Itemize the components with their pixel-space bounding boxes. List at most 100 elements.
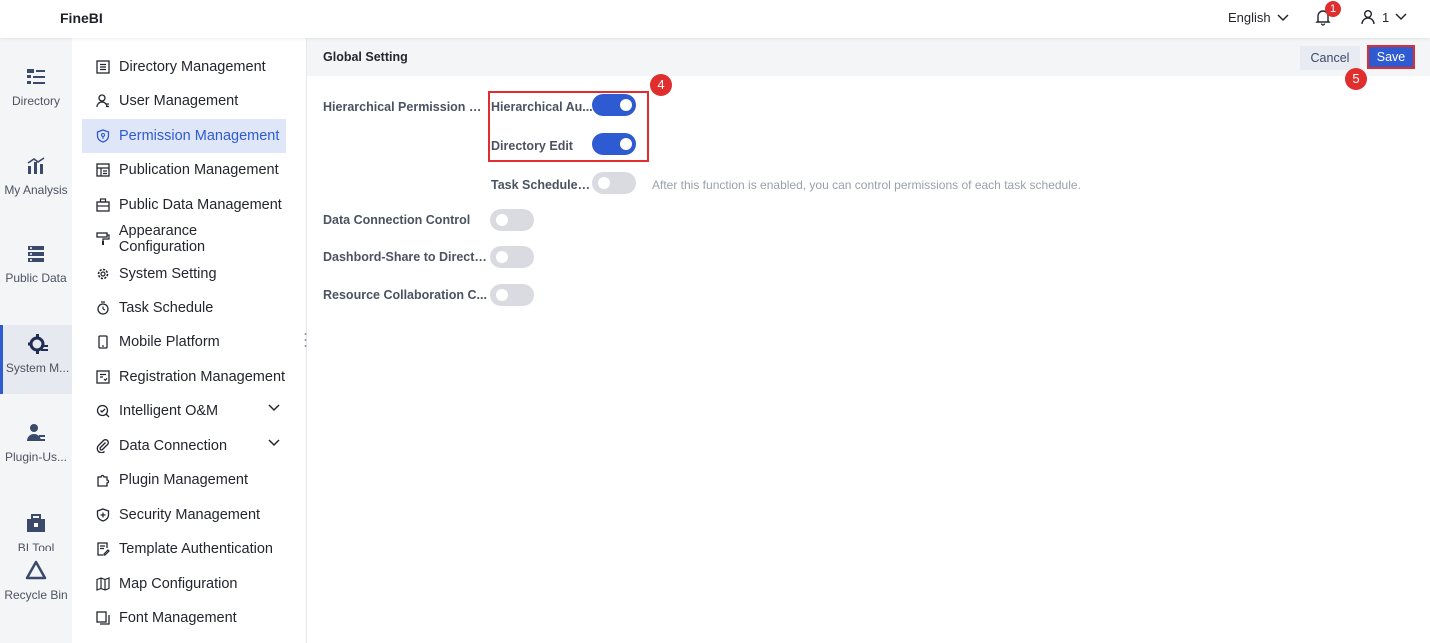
setting-label-resource-collaboration: Resource Collaboration C... — [323, 288, 487, 302]
rail-item-directory[interactable]: Directory — [0, 66, 72, 108]
puzzle-icon — [95, 472, 111, 488]
menu-item-registration-management[interactable]: Registration Management — [82, 360, 286, 394]
user-menu[interactable]: 1 — [1360, 9, 1407, 25]
menu-item-data-connection[interactable]: Data Connection — [82, 429, 286, 463]
menu-item-map-configuration[interactable]: Map Configuration — [82, 567, 286, 601]
toolbox-icon — [27, 514, 45, 532]
toggle-resource-collaboration[interactable] — [490, 284, 534, 306]
rail-item-bi-tool[interactable]: BI Tool — [0, 513, 72, 551]
menu-item-permission-management[interactable]: Permission Management — [82, 119, 286, 153]
toggle-task-schedule[interactable] — [592, 172, 636, 194]
mobile-icon — [95, 334, 111, 350]
template-auth-icon — [95, 541, 111, 557]
font-icon — [95, 610, 111, 626]
gear-icon — [95, 266, 111, 282]
user-name: 1 — [1382, 9, 1390, 25]
menu-label: Directory Management — [119, 59, 266, 75]
global-setting-panel: Global Setting Cancel Save Hierarchical … — [307, 38, 1430, 643]
recycle-bin-icon — [25, 560, 47, 580]
menu-item-publication-management[interactable]: Publication Management — [82, 153, 286, 187]
save-button[interactable]: Save — [1367, 45, 1415, 69]
menu-item-security-management[interactable]: Security Management — [82, 498, 286, 532]
menu-item-appearance-configuration[interactable]: Appearance Configuration — [82, 222, 286, 256]
rail-label: Directory — [11, 94, 60, 108]
paint-roller-icon — [95, 231, 111, 247]
menu-label: Font Management — [119, 610, 237, 626]
rail-label: Recycle Bin — [4, 588, 68, 602]
toggle-knob — [496, 251, 508, 263]
rail-item-plugin-user[interactable]: Plugin-Us... — [0, 422, 72, 464]
system-management-icon — [27, 334, 48, 354]
menu-item-user-management[interactable]: User Management — [82, 84, 286, 118]
panel-header: Global Setting Cancel Save — [307, 38, 1430, 76]
publication-icon — [95, 162, 111, 178]
menu-label: Security Management — [119, 507, 261, 523]
rail-item-recycle-bin[interactable]: Recycle Bin — [0, 560, 72, 602]
app-logo: FineBI — [60, 10, 103, 26]
analysis-icon — [27, 157, 45, 174]
setting-label-task-schedule: Task Schedule ... — [491, 178, 591, 192]
rail-label: Plugin-Us... — [4, 450, 68, 464]
chevron-down-icon[interactable] — [268, 404, 280, 412]
menu-item-intelligent-om[interactable]: Intelligent O&M — [82, 394, 286, 428]
toggle-data-connection-control[interactable] — [490, 209, 534, 231]
chevron-down-icon — [1395, 13, 1407, 21]
setting-label-dashboard-share: Dashbord-Share to Directo... — [323, 250, 489, 264]
menu-label: Map Configuration — [119, 576, 238, 592]
shield-icon — [95, 128, 111, 144]
stopwatch-icon — [95, 300, 111, 316]
list-icon — [95, 59, 111, 75]
directory-icon — [27, 69, 45, 84]
menu-label: User Management — [119, 93, 239, 109]
language-label: English — [1228, 10, 1271, 25]
menu-label: Public Data Management — [119, 197, 282, 213]
menu-item-system-setting[interactable]: System Setting — [82, 257, 286, 291]
toggle-knob — [598, 177, 610, 189]
highlight-box-step-4 — [488, 91, 649, 162]
notification-badge: 1 — [1325, 1, 1341, 17]
page-title: Global Setting — [323, 50, 408, 64]
menu-label: Intelligent O&M — [119, 403, 219, 419]
menu-item-task-schedule[interactable]: Task Schedule — [82, 291, 286, 325]
menu-label: Permission Management — [119, 128, 280, 144]
menu-item-public-data-management[interactable]: Public Data Management — [82, 188, 286, 222]
menu-label: Mobile Platform — [119, 334, 220, 350]
menu-label: Data Connection — [119, 438, 228, 454]
menu-item-template-authentication[interactable]: Template Authentication — [82, 532, 286, 566]
user-icon — [95, 93, 111, 109]
map-icon — [95, 576, 111, 592]
user-icon — [1361, 10, 1375, 25]
menu-item-font-management[interactable]: Font Management — [82, 601, 286, 635]
menu-item-mobile-platform[interactable]: Mobile Platform — [82, 325, 286, 359]
chevron-down-icon — [1277, 13, 1289, 21]
top-bar: FineBI English 1 1 — [0, 0, 1430, 38]
menu-item-plugin-management[interactable]: Plugin Management — [82, 463, 286, 497]
rail-label: BI Tool — [17, 541, 55, 551]
menu-label: Registration Management — [119, 369, 286, 385]
setting-label-data-connection-control: Data Connection Control — [323, 213, 471, 227]
briefcase-icon — [95, 197, 111, 213]
chevron-down-icon[interactable] — [268, 439, 280, 447]
cancel-button[interactable]: Cancel — [1300, 46, 1360, 70]
menu-label: Appearance Configuration — [118, 223, 206, 255]
task-schedule-hint: After this function is enabled, you can … — [652, 178, 1081, 192]
step-marker-4: 4 — [650, 74, 672, 96]
language-selector[interactable]: English — [1228, 10, 1289, 25]
toggle-knob — [496, 289, 508, 301]
rail-item-system-management[interactable]: System M... — [0, 325, 72, 394]
menu-label: Publication Management — [119, 162, 279, 178]
rail-label: Public Data — [5, 271, 67, 285]
setting-label-hierarchical-permission: Hierarchical Permission M... — [323, 100, 489, 114]
system-management-menu: Directory Management User Management Per… — [72, 38, 307, 643]
toggle-dashboard-share[interactable] — [490, 246, 534, 268]
rail-item-public-data[interactable]: Public Data — [0, 243, 72, 285]
rail-item-my-analysis[interactable]: My Analysis — [0, 155, 72, 197]
menu-label: Task Schedule — [119, 300, 214, 316]
rail-label: System M... — [5, 361, 70, 375]
primary-nav-rail: Directory My Analysis Public Data System… — [0, 38, 73, 643]
paperclip-icon — [95, 438, 111, 454]
menu-label: Template Authentication — [119, 541, 273, 557]
toggle-knob — [496, 214, 508, 226]
menu-item-directory-management[interactable]: Directory Management — [82, 50, 286, 84]
step-marker-5: 5 — [1345, 68, 1367, 90]
